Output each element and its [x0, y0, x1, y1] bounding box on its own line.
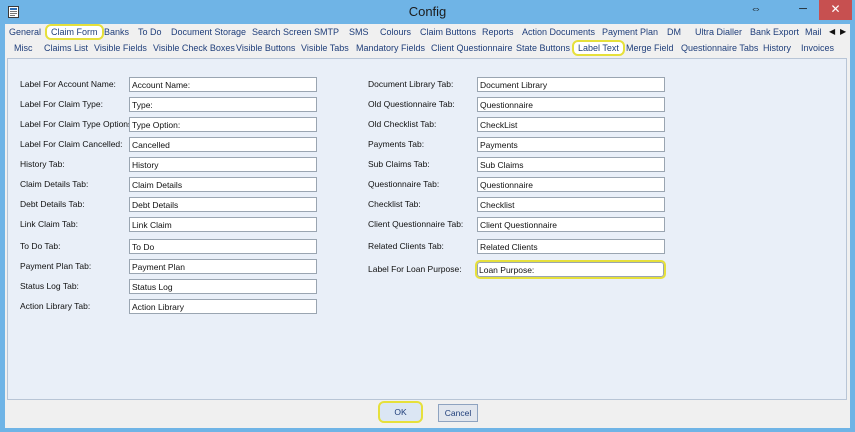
tab-ultra-dialler[interactable]: Ultra Dialler	[695, 26, 742, 40]
debt-details-tab-input[interactable]	[129, 197, 317, 212]
field-label: Claim Details Tab:	[20, 179, 89, 189]
window-title: Config	[408, 4, 447, 19]
ok-button[interactable]: OK	[378, 401, 423, 423]
related-clients-tab-input[interactable]	[477, 239, 665, 254]
tab-search-screen[interactable]: Search Screen	[252, 26, 312, 40]
tab-claim-form[interactable]: Claim Form	[45, 24, 104, 40]
field-label: Label For Claim Type:	[20, 99, 103, 109]
to-do-tab-input[interactable]	[129, 239, 317, 254]
tab-visible-check-boxes[interactable]: Visible Check Boxes	[153, 42, 235, 56]
claim-details-tab-input[interactable]	[129, 177, 317, 192]
tab-colours[interactable]: Colours	[380, 26, 411, 40]
tab-row-main: General Claim Form Banks To Do Document …	[5, 24, 850, 40]
field-label: Link Claim Tab:	[20, 219, 78, 229]
field-label: Sub Claims Tab:	[368, 159, 430, 169]
tab-visible-buttons[interactable]: Visible Buttons	[236, 42, 295, 56]
tab-payment-plan[interactable]: Payment Plan	[602, 26, 658, 40]
payment-plan-tab-input[interactable]	[129, 259, 317, 274]
cancel-button[interactable]: Cancel	[438, 404, 478, 422]
field-label: Questionnaire Tab:	[368, 179, 440, 189]
checklist-tab-input[interactable]	[477, 197, 665, 212]
tab-document-storage[interactable]: Document Storage	[171, 26, 246, 40]
tab-banks[interactable]: Banks	[104, 26, 129, 40]
tab-invoices[interactable]: Invoices	[801, 42, 834, 56]
history-tab-input[interactable]	[129, 157, 317, 172]
field-label: Label For Claim Type Options:	[20, 119, 135, 129]
tab-mandatory-fields[interactable]: Mandatory Fields	[356, 42, 425, 56]
field-label: Label For Account Name:	[20, 79, 116, 89]
claim-cancelled-label-input[interactable]	[129, 137, 317, 152]
field-label: Client Questionnaire Tab:	[368, 219, 464, 229]
tab-sms[interactable]: SMS	[349, 26, 369, 40]
chevron-right-icon[interactable]: ▶	[840, 27, 848, 37]
tab-to-do[interactable]: To Do	[138, 26, 162, 40]
tab-mail[interactable]: Mail	[805, 26, 822, 40]
field-label: Checklist Tab:	[368, 199, 421, 209]
field-label: Label For Claim Cancelled:	[20, 139, 123, 149]
tab-general[interactable]: General	[9, 26, 41, 40]
tab-history[interactable]: History	[763, 42, 791, 56]
resize-icon[interactable]: ⇔	[743, 0, 769, 20]
sub-claims-tab-input[interactable]	[477, 157, 665, 172]
field-label: Debt Details Tab:	[20, 199, 85, 209]
tab-row-claim-form: Misc Claims List Visible Fields Visible …	[5, 40, 850, 57]
claim-type-options-label-input[interactable]	[129, 117, 317, 132]
tab-merge-field[interactable]: Merge Field	[626, 42, 674, 56]
config-dialog: General Claim Form Banks To Do Document …	[5, 24, 850, 428]
tab-visible-fields[interactable]: Visible Fields	[94, 42, 147, 56]
account-name-label-input[interactable]	[129, 77, 317, 92]
tab-label-text[interactable]: Label Text	[572, 40, 625, 56]
field-label: Payments Tab:	[368, 139, 425, 149]
chevron-left-icon[interactable]: ◀	[829, 27, 837, 37]
link-claim-tab-input[interactable]	[129, 217, 317, 232]
field-label: Document Library Tab:	[368, 79, 454, 89]
title-bar: Config ⇔ ─ ✕	[0, 0, 855, 24]
loan-purpose-label-input[interactable]	[475, 260, 666, 279]
field-label: Related Clients Tab:	[368, 241, 444, 251]
tab-visible-tabs[interactable]: Visible Tabs	[301, 42, 349, 56]
questionnaire-tab-input[interactable]	[477, 177, 665, 192]
claim-type-label-input[interactable]	[129, 97, 317, 112]
tab-claim-buttons[interactable]: Claim Buttons	[420, 26, 476, 40]
field-label: Payment Plan Tab:	[20, 261, 92, 271]
tab-questionnaire-tabs[interactable]: Questionnaire Tabs	[681, 42, 758, 56]
field-label: Old Questionnaire Tab:	[368, 99, 455, 109]
field-label: History Tab:	[20, 159, 65, 169]
tab-reports[interactable]: Reports	[482, 26, 514, 40]
minimize-button[interactable]: ─	[790, 0, 816, 20]
old-questionnaire-tab-input[interactable]	[477, 97, 665, 112]
field-label: Old Checklist Tab:	[368, 119, 437, 129]
tab-claims-list[interactable]: Claims List	[44, 42, 88, 56]
tab-misc[interactable]: Misc	[14, 42, 33, 56]
payments-tab-input[interactable]	[477, 137, 665, 152]
field-label: Label For Loan Purpose:	[368, 264, 462, 274]
tab-bank-export[interactable]: Bank Export	[750, 26, 799, 40]
old-checklist-tab-input[interactable]	[477, 117, 665, 132]
document-library-tab-input[interactable]	[477, 77, 665, 92]
status-log-tab-input[interactable]	[129, 279, 317, 294]
action-library-tab-input[interactable]	[129, 299, 317, 314]
client-questionnaire-tab-input[interactable]	[477, 217, 665, 232]
close-button[interactable]: ✕	[819, 0, 852, 20]
field-label: Action Library Tab:	[20, 301, 91, 311]
tab-state-buttons[interactable]: State Buttons	[516, 42, 570, 56]
tab-action-documents[interactable]: Action Documents	[522, 26, 595, 40]
label-text-panel: Label For Account Name: Label For Claim …	[7, 58, 847, 400]
field-label: Status Log Tab:	[20, 281, 79, 291]
tab-smtp[interactable]: SMTP	[314, 26, 339, 40]
field-label: To Do Tab:	[20, 241, 61, 251]
tab-dm[interactable]: DM	[667, 26, 681, 40]
tab-client-questionnaire[interactable]: Client Questionnaire	[431, 42, 513, 56]
